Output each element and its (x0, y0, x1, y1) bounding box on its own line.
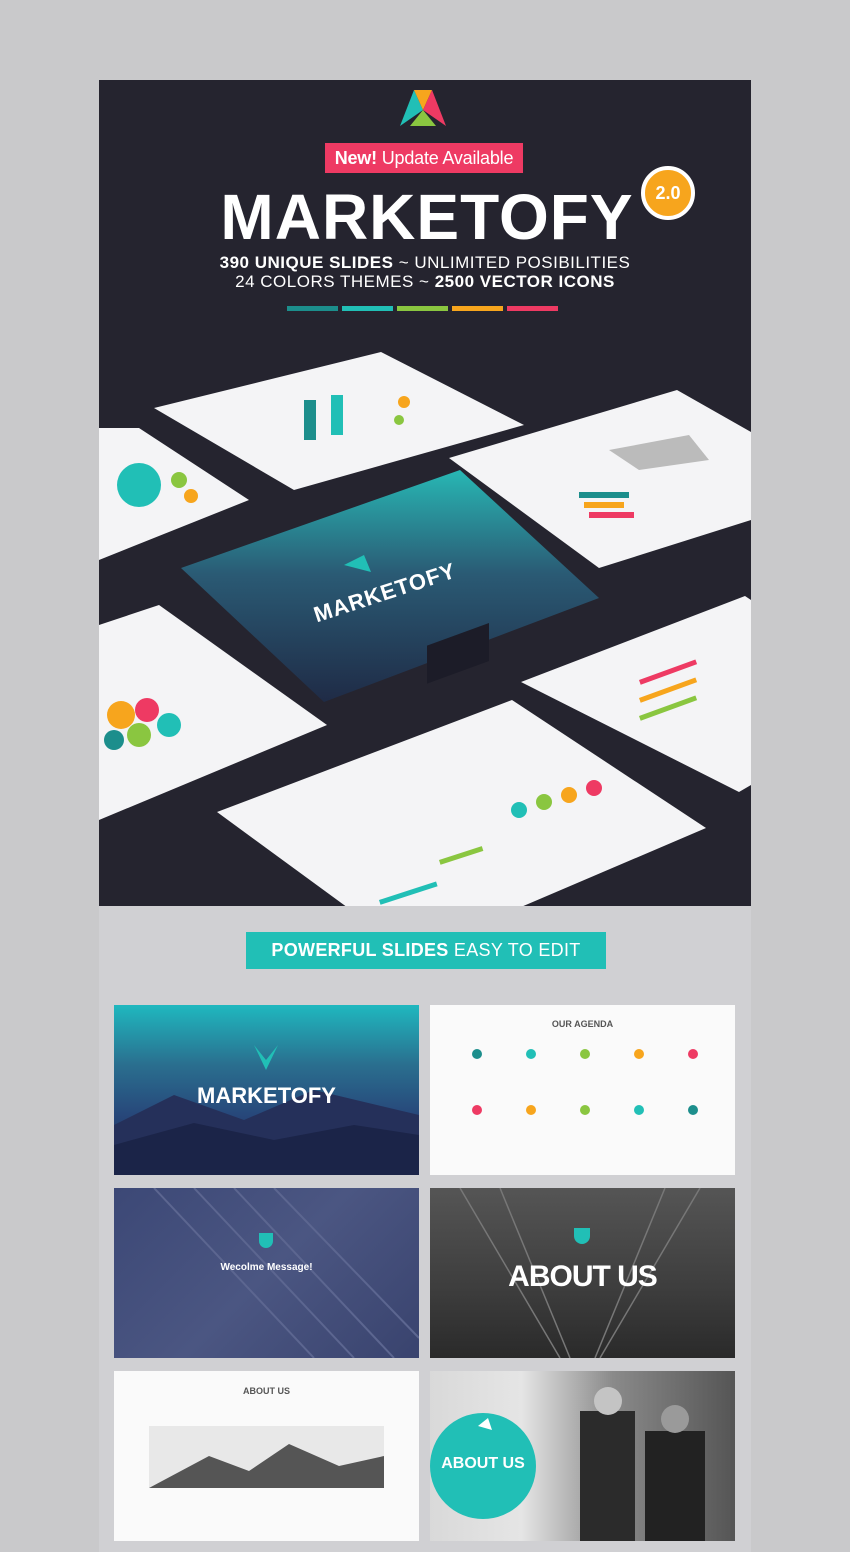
agenda-dot-icon (580, 1049, 590, 1059)
agenda-item (668, 1105, 718, 1117)
tagline-line-1: 390 UNIQUE SLIDES ~ UNLIMITED POSIBILITI… (99, 253, 751, 273)
thumbnail-title: MARKETOFY (197, 1083, 336, 1108)
mountain-photo (149, 1426, 384, 1488)
agenda-dot-icon (634, 1049, 644, 1059)
marketofy-logo-icon (400, 90, 446, 126)
banner-rest: EASY TO EDIT (453, 940, 581, 960)
agenda-dot-icon (526, 1105, 536, 1115)
agenda-item (452, 1049, 502, 1061)
trophy-icon (259, 1233, 273, 1248)
agenda-dot-icon (526, 1049, 536, 1059)
agenda-dot-icon (688, 1105, 698, 1115)
color-bar (397, 306, 448, 311)
thumbnail-welcome[interactable]: Wecolme Message! (114, 1188, 419, 1358)
agenda-dot-icon (688, 1049, 698, 1059)
agenda-item (506, 1049, 556, 1061)
agenda-dot-icon (634, 1105, 644, 1115)
logo-icon (254, 1045, 278, 1070)
tagline-line-2: 24 COLORS THEMES ~ 2500 VECTOR ICONS (99, 272, 751, 292)
color-bar (452, 306, 503, 311)
trophy-icon (574, 1228, 590, 1244)
icons-count: 2500 VECTOR ICONS (434, 272, 615, 291)
agenda-item (452, 1105, 502, 1117)
color-bar (342, 306, 393, 311)
agenda-dot-icon (472, 1049, 482, 1059)
hero-section: New! Update Available MARKETOFY 2.0 390 … (99, 80, 751, 906)
thumbnail-about-people[interactable]: ABOUT US (430, 1371, 735, 1541)
agenda-item (668, 1049, 718, 1061)
product-card: New! Update Available MARKETOFY 2.0 390 … (99, 80, 751, 1552)
update-badge[interactable]: New! Update Available (325, 143, 523, 173)
thumbnail-agenda[interactable]: OUR AGENDA (430, 1005, 735, 1175)
color-bar (287, 306, 338, 311)
slides-count: 390 UNIQUE SLIDES (219, 253, 394, 272)
version-badge: 2.0 (641, 166, 695, 220)
building-image (153, 1188, 419, 1358)
thumbnail-title: ABOUT US (243, 1386, 290, 1396)
color-bar (507, 306, 558, 311)
thumbnail-title: Wecolme Message! (220, 1262, 313, 1273)
banner-bold: POWERFUL SLIDES (271, 940, 449, 960)
agenda-dot-icon (580, 1105, 590, 1115)
possibilities-text: ~ UNLIMITED POSIBILITIES (398, 253, 631, 272)
agenda-item (560, 1049, 610, 1061)
edit-banner: POWERFUL SLIDES EASY TO EDIT (246, 932, 606, 969)
badge-new-label: New! (334, 148, 377, 168)
thumbnail-title: ABOUT US (441, 1455, 525, 1472)
agenda-item (614, 1049, 664, 1061)
product-title: MARKETOFY (220, 181, 634, 253)
agenda-item (614, 1105, 664, 1117)
agenda-item (560, 1105, 610, 1117)
themes-text: 24 COLORS THEMES ~ (235, 272, 430, 291)
color-bars (287, 306, 558, 311)
thumbnail-about-photo[interactable]: ABOUT US (114, 1371, 419, 1541)
thumbnail-cover[interactable]: MARKETOFY (114, 1005, 419, 1175)
slides-mockup-illustration (99, 352, 751, 906)
badge-label: Update Available (381, 148, 514, 168)
agenda-title: OUR AGENDA (551, 1019, 614, 1029)
thumbnail-title: ABOUT US (508, 1260, 658, 1293)
thumbnail-about-bridge[interactable]: ABOUT US (430, 1188, 735, 1358)
agenda-item (506, 1105, 556, 1117)
agenda-dot-icon (472, 1105, 482, 1115)
